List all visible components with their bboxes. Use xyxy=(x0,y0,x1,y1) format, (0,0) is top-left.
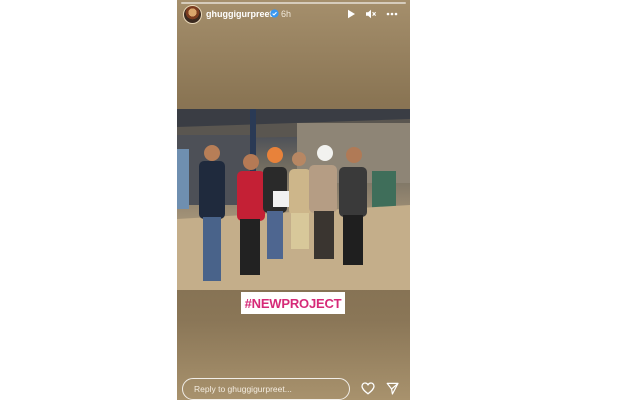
muted-speaker-icon[interactable] xyxy=(365,8,377,20)
profile-avatar[interactable] xyxy=(183,5,202,24)
send-icon[interactable] xyxy=(386,382,399,395)
reply-input[interactable]: Reply to ghuggigurpreet... xyxy=(182,378,350,400)
post-time: 6h xyxy=(281,9,292,19)
play-icon[interactable] xyxy=(345,8,357,20)
heart-icon[interactable] xyxy=(361,382,375,395)
story-header: ghuggigurpreet 6h xyxy=(177,4,410,26)
story-viewer: ghuggigurpreet 6h #NEWPROJECT Reply to g… xyxy=(177,0,410,400)
more-options-icon[interactable] xyxy=(386,8,398,20)
username[interactable]: ghuggigurpreet xyxy=(206,9,273,19)
story-photo xyxy=(177,109,410,290)
hashtag-sticker[interactable]: #NEWPROJECT xyxy=(241,292,345,314)
verified-badge-icon xyxy=(270,9,279,18)
